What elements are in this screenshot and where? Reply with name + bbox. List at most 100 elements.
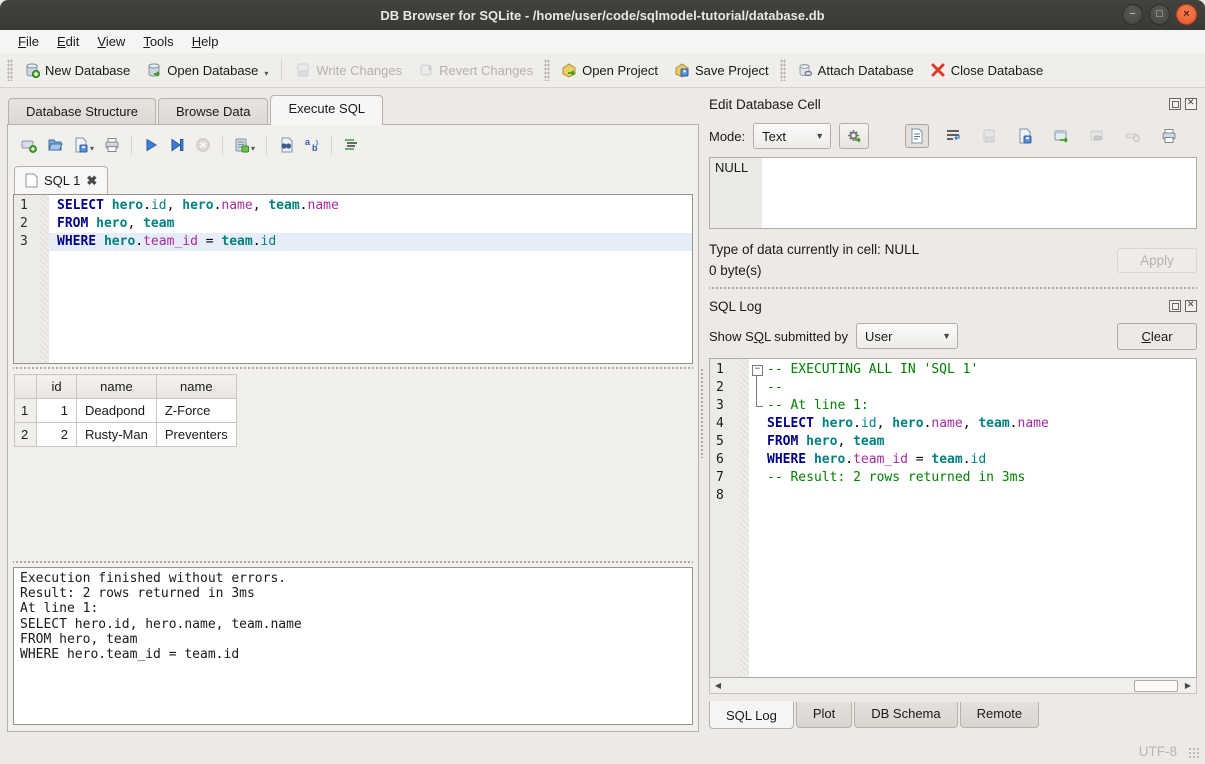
save-results-button[interactable]: ▾ bbox=[234, 137, 255, 153]
new-database-icon bbox=[24, 62, 40, 78]
tab-remote[interactable]: Remote bbox=[960, 702, 1040, 728]
log-code-area: -- EXECUTING ALL IN 'SQL 1' -- -- At lin… bbox=[749, 359, 1196, 677]
menu-file[interactable]: File bbox=[10, 32, 47, 51]
toolbar-drag-handle[interactable] bbox=[780, 59, 786, 81]
titlebar[interactable]: DB Browser for SQLite - /home/user/code/… bbox=[0, 0, 1205, 30]
print-sql-icon[interactable] bbox=[104, 137, 120, 153]
table-row[interactable]: 1 1 Deadpond Z-Force bbox=[15, 399, 237, 423]
tab-sql-log[interactable]: SQL Log bbox=[709, 701, 794, 729]
stop-execution-icon[interactable] bbox=[195, 137, 211, 153]
maximize-button[interactable]: □ bbox=[1149, 4, 1170, 25]
toolbar-drag-handle[interactable] bbox=[544, 59, 550, 81]
results-log-splitter[interactable] bbox=[13, 558, 693, 566]
chevron-down-icon: ▼ bbox=[942, 331, 951, 341]
mode-select[interactable]: Text ▼ bbox=[753, 123, 831, 149]
copy-link-button[interactable] bbox=[1085, 124, 1109, 148]
print-cell-button[interactable] bbox=[1157, 124, 1181, 148]
tab-database-structure[interactable]: Database Structure bbox=[8, 98, 156, 125]
open-project-icon bbox=[561, 62, 577, 78]
resize-grip[interactable] bbox=[1188, 747, 1201, 760]
close-sql-tab-icon[interactable]: ✖ bbox=[86, 173, 97, 189]
tab-db-schema[interactable]: DB Schema bbox=[854, 702, 957, 728]
save-sql-dropdown-icon[interactable]: ▾ bbox=[90, 144, 94, 153]
close-database-label: Close Database bbox=[951, 63, 1044, 78]
tab-execute-sql[interactable]: Execute SQL bbox=[270, 95, 383, 125]
apply-button[interactable]: Apply bbox=[1117, 248, 1197, 273]
results-col-id[interactable]: id bbox=[37, 375, 77, 399]
write-changes-icon bbox=[295, 62, 311, 78]
scroll-left-icon[interactable]: ◀ bbox=[710, 679, 726, 693]
menu-view[interactable]: View bbox=[89, 32, 133, 51]
execute-sql-icon[interactable] bbox=[143, 137, 159, 153]
revert-changes-label: Revert Changes bbox=[439, 63, 533, 78]
format-sql-icon[interactable] bbox=[343, 137, 359, 153]
toolbar-drag-handle[interactable] bbox=[7, 59, 13, 81]
results-col-name[interactable]: name bbox=[77, 375, 157, 399]
sql-log-view[interactable]: 1 2 3 4 5 6 7 8 -- EXECUTING ALL IN 'SQL… bbox=[709, 358, 1197, 678]
save-project-label: Save Project bbox=[695, 63, 769, 78]
results-col-name2[interactable]: name bbox=[156, 375, 236, 399]
float-dock-icon[interactable] bbox=[1169, 300, 1181, 312]
clear-log-button[interactable]: Clear bbox=[1117, 323, 1197, 350]
word-wrap-button[interactable] bbox=[941, 124, 965, 148]
log-horizontal-scrollbar[interactable]: ◀ ▶ bbox=[709, 678, 1197, 694]
open-external-button[interactable] bbox=[1049, 124, 1073, 148]
table-row[interactable]: 2 2 Rusty-Man Preventers bbox=[15, 423, 237, 447]
find-icon[interactable] bbox=[278, 137, 294, 153]
float-dock-icon[interactable] bbox=[1169, 98, 1181, 110]
text-mode-button[interactable] bbox=[905, 124, 929, 148]
close-database-button[interactable]: Close Database bbox=[922, 58, 1052, 82]
attach-database-button[interactable]: Attach Database bbox=[789, 58, 922, 82]
find-replace-icon[interactable]: a b bbox=[304, 137, 320, 153]
sql-tabbar: SQL 1 ✖ bbox=[13, 164, 693, 194]
revert-changes-button[interactable]: Revert Changes bbox=[410, 58, 541, 82]
tab-browse-data[interactable]: Browse Data bbox=[158, 98, 268, 125]
editor-code-area[interactable]: SELECT hero.id, hero.name, team.name FRO… bbox=[49, 195, 692, 363]
row-header[interactable]: 2 bbox=[15, 423, 37, 447]
close-dock-icon[interactable] bbox=[1185, 300, 1197, 312]
menu-edit[interactable]: Edit bbox=[49, 32, 87, 51]
close-dock-icon[interactable] bbox=[1185, 98, 1197, 110]
save-sql-file-icon bbox=[73, 137, 89, 153]
new-database-button[interactable]: New Database bbox=[16, 58, 138, 82]
write-changes-label: Write Changes bbox=[316, 63, 402, 78]
sql-1-tab[interactable]: SQL 1 ✖ bbox=[14, 166, 108, 195]
save-project-button[interactable]: Save Project bbox=[666, 58, 777, 82]
dock-splitter[interactable] bbox=[709, 281, 1197, 295]
editor-results-splitter[interactable] bbox=[13, 364, 693, 372]
attach-database-icon bbox=[797, 62, 813, 78]
editor-current-line: WHERE hero.team_id = team.id bbox=[49, 233, 692, 251]
menubar: File Edit View Tools Help bbox=[0, 30, 1205, 53]
menu-help[interactable]: Help bbox=[184, 32, 227, 51]
import-data-button[interactable] bbox=[977, 124, 1001, 148]
scroll-right-icon[interactable]: ▶ bbox=[1180, 679, 1196, 693]
menu-tools[interactable]: Tools bbox=[135, 32, 181, 51]
set-null-button[interactable] bbox=[1121, 124, 1145, 148]
tab-plot[interactable]: Plot bbox=[796, 702, 852, 728]
save-sql-file-button[interactable]: ▾ bbox=[73, 137, 94, 153]
minimize-button[interactable]: − bbox=[1122, 4, 1143, 25]
editor-fold-margin bbox=[40, 195, 49, 363]
mode-value: Text bbox=[762, 129, 786, 144]
open-database-dropdown-icon[interactable]: ▾ bbox=[264, 69, 268, 78]
cell-value-editor[interactable]: NULL bbox=[709, 157, 1197, 229]
auto-apply-button[interactable] bbox=[839, 123, 869, 149]
log-line-text: FROM hero, team bbox=[767, 433, 884, 451]
open-sql-file-icon[interactable] bbox=[47, 137, 63, 153]
execute-current-line-icon[interactable] bbox=[169, 137, 185, 153]
scrollbar-thumb[interactable] bbox=[1134, 680, 1178, 692]
close-button[interactable]: × bbox=[1176, 4, 1197, 25]
cell-edit-area[interactable] bbox=[762, 158, 1196, 228]
new-sql-tab-icon[interactable] bbox=[21, 137, 37, 153]
fold-collapse-icon[interactable] bbox=[749, 361, 767, 379]
submitted-by-select[interactable]: User ▼ bbox=[856, 323, 958, 349]
write-changes-button[interactable]: Write Changes bbox=[287, 58, 410, 82]
close-database-icon bbox=[930, 62, 946, 78]
export-data-button[interactable] bbox=[1013, 124, 1037, 148]
open-project-button[interactable]: Open Project bbox=[553, 58, 666, 82]
log-line-text: -- EXECUTING ALL IN 'SQL 1' bbox=[767, 361, 978, 379]
sql-editor[interactable]: 1 2 3 SELECT hero.id, hero.name, team.na… bbox=[13, 194, 693, 364]
row-header[interactable]: 1 bbox=[15, 399, 37, 423]
open-database-button[interactable]: Open Database ▾ bbox=[138, 58, 276, 82]
save-results-dropdown-icon[interactable]: ▾ bbox=[251, 144, 255, 153]
